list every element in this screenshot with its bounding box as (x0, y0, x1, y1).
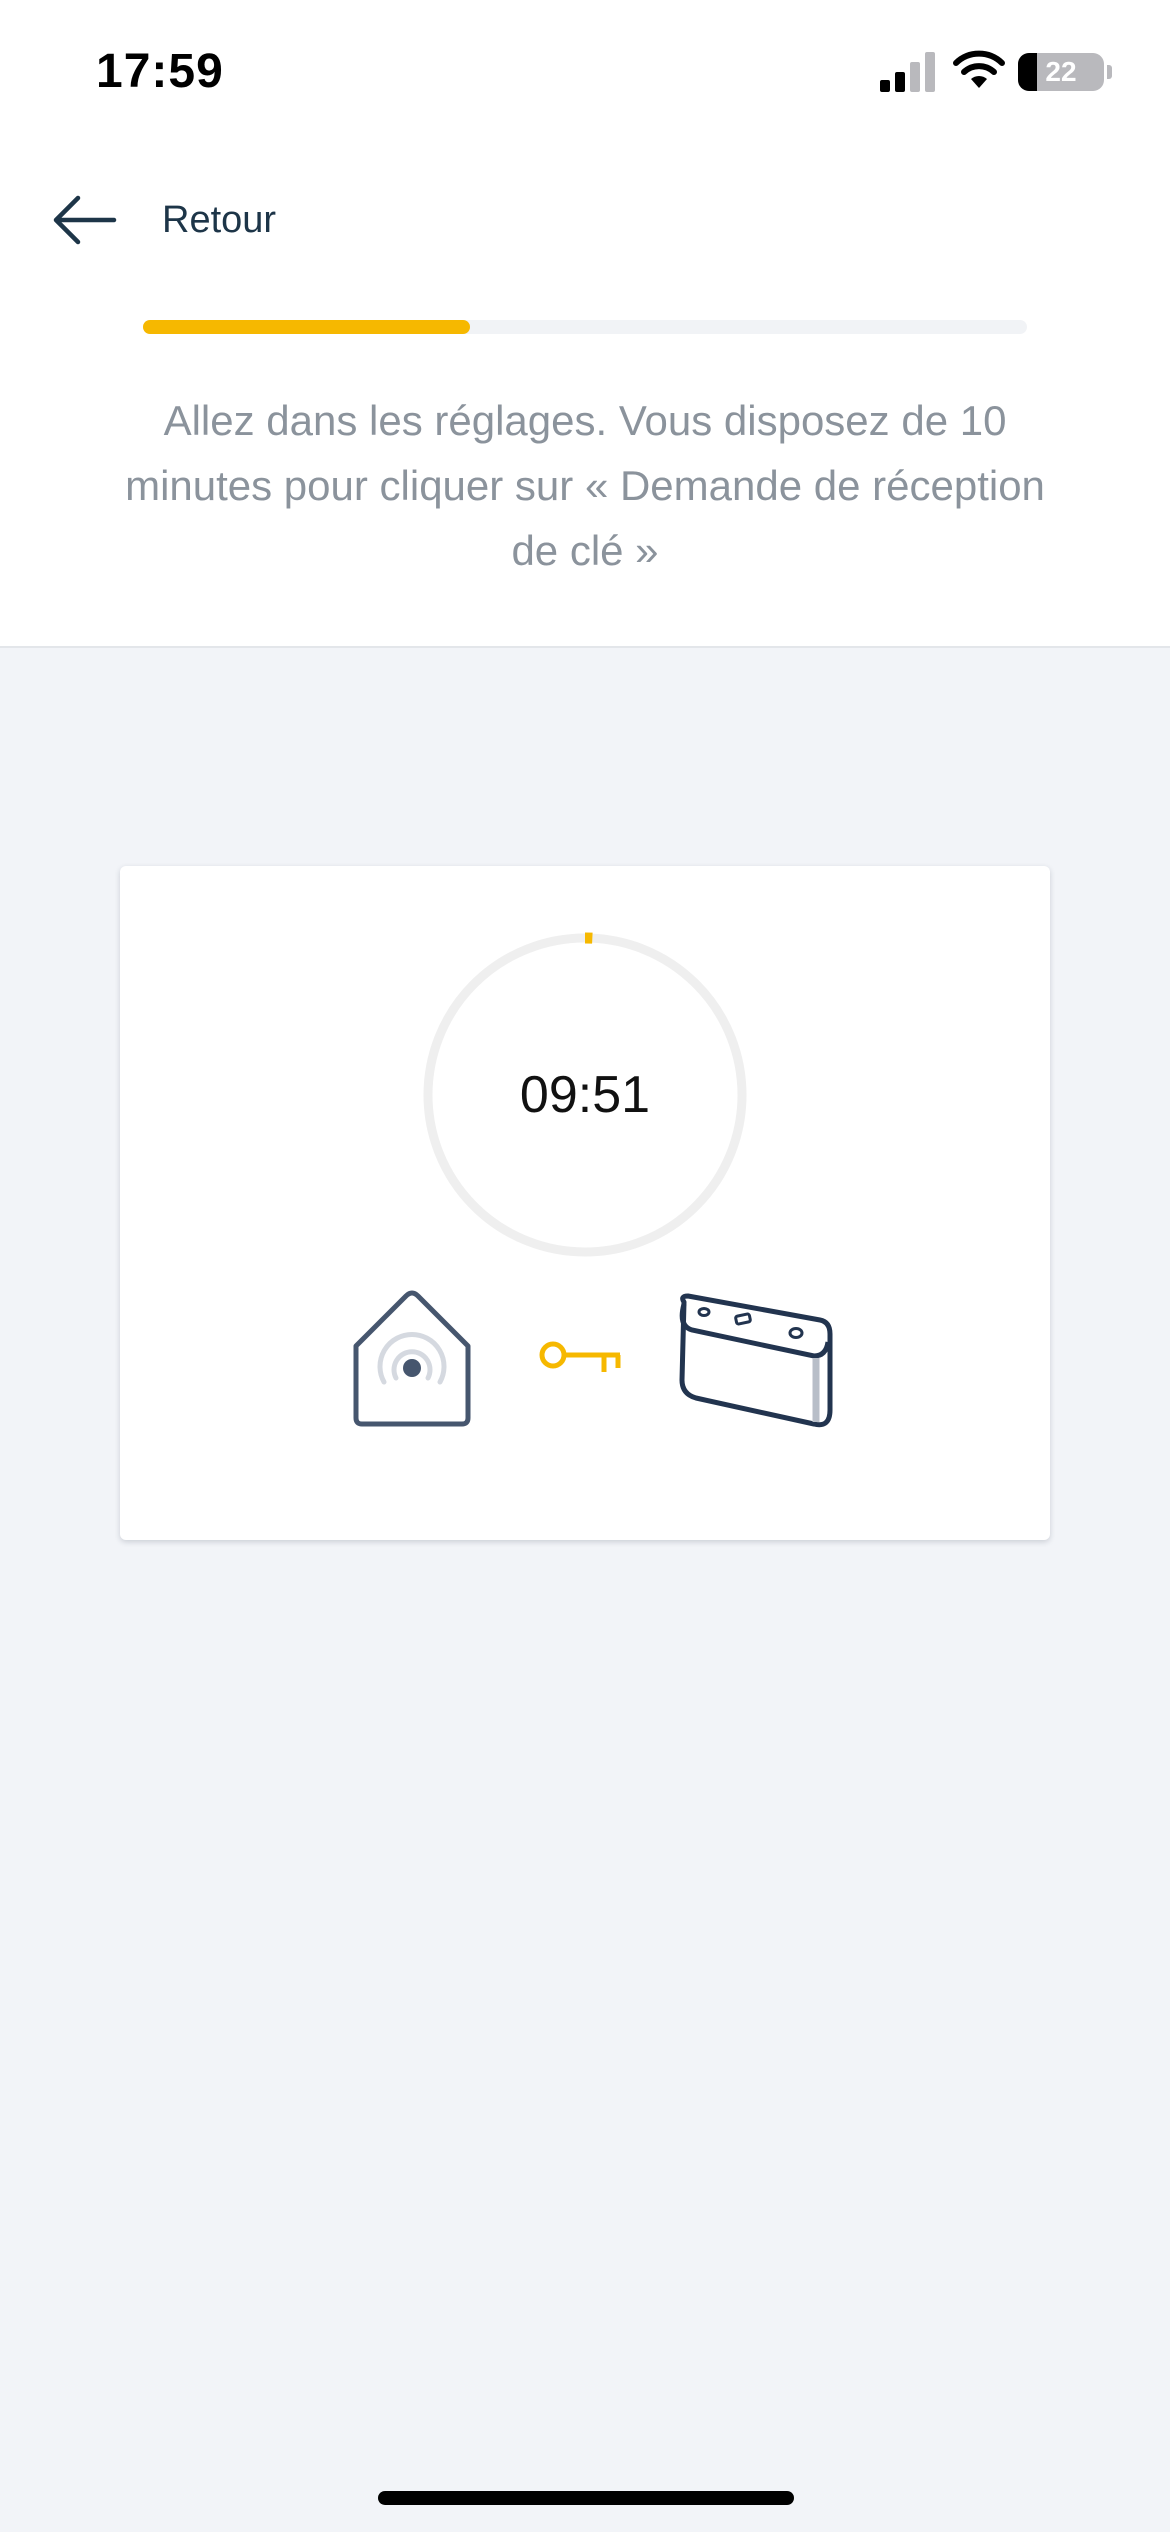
battery-body: 22 (1018, 53, 1104, 91)
countdown-timer: 09:51 (420, 930, 750, 1260)
battery-icon: 22 (1018, 53, 1114, 91)
progress-bar (143, 320, 1027, 334)
house-wifi-icon (353, 1290, 471, 1427)
key-icon (539, 1341, 621, 1372)
timer-text: 09:51 (519, 1066, 651, 1124)
cellular-signal-icon (880, 52, 935, 92)
arrow-left-icon (53, 195, 117, 245)
gateway-box-icon (679, 1293, 833, 1428)
status-time: 17:59 (96, 45, 224, 98)
countdown-card: 09:51 (120, 866, 1050, 1540)
screen: 17:59 22 Retour Allez dans les réglages.… (0, 0, 1170, 2532)
home-indicator[interactable] (378, 2491, 794, 2505)
progress-fill (143, 320, 471, 334)
battery-cap (1107, 65, 1112, 79)
back-label: Retour (162, 198, 277, 241)
back-button[interactable]: Retour (50, 180, 350, 260)
instruction-text: Allez dans les réglages. Vous disposez d… (125, 397, 1045, 574)
status-bar: 17:59 22 (0, 0, 1170, 140)
battery-level: 22 (1045, 56, 1077, 87)
wifi-icon (953, 50, 1005, 88)
header: Retour Allez dans les réglages. Vous dis… (0, 140, 1170, 648)
